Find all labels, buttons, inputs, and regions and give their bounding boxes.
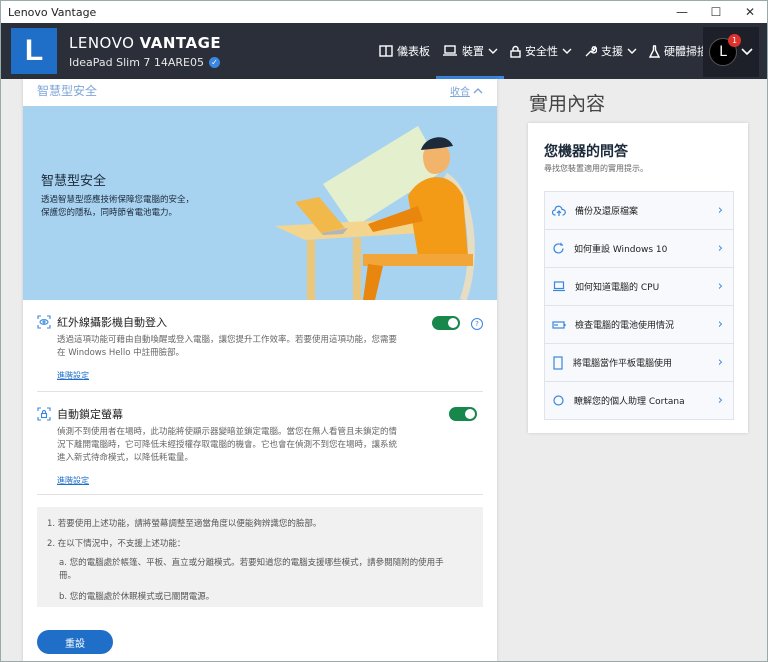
chevron-right-icon: › bbox=[717, 317, 723, 332]
eye-scan-icon bbox=[37, 315, 51, 329]
wrench-icon bbox=[585, 44, 597, 56]
collapse-link[interactable]: 收合 bbox=[450, 83, 483, 98]
chevron-right-icon: › bbox=[717, 393, 723, 408]
help-icon[interactable]: ? bbox=[471, 318, 483, 330]
hero-banner: 智慧型安全 透過智慧型感應技術保障您電腦的安全，保護您的隱私，同時節省電池電力。 bbox=[23, 106, 497, 300]
hero-title: 智慧型安全 bbox=[41, 174, 107, 189]
faq-card: 您機器的問答 尋找您裝置適用的實用提示。 備份及還原檔案 › 如何重設 Windo… bbox=[528, 123, 748, 433]
nav-support[interactable]: 支援 bbox=[578, 23, 643, 79]
faq-subtitle: 尋找您裝置適用的實用提示。 bbox=[544, 164, 648, 173]
nav-dashboard[interactable]: 儀表板 bbox=[373, 23, 436, 79]
main-nav: 儀表板 裝置 安全性 支援 硬體掃描 bbox=[373, 23, 714, 79]
chevron-up-icon bbox=[473, 87, 483, 93]
flask-icon bbox=[649, 44, 660, 58]
chevron-down-icon bbox=[741, 48, 753, 56]
auto-lock-item: 自動鎖定螢幕 偵測不到使用者在場時，此功能將使顯示器變暗並鎖定電腦。當您在無人看… bbox=[37, 406, 483, 486]
chevron-right-icon: › bbox=[717, 203, 723, 218]
circle-icon bbox=[553, 395, 564, 406]
tip-reset-windows[interactable]: 如何重設 Windows 10 › bbox=[545, 230, 733, 268]
laptop-icon bbox=[443, 45, 457, 56]
app-header: L LENOVO VANTAGE IdeaPad Slim 7 14ARE05 ✓… bbox=[1, 23, 767, 79]
notification-badge: 1 bbox=[728, 34, 741, 47]
auto-lock-toggle[interactable] bbox=[449, 407, 477, 421]
tablet-icon bbox=[553, 355, 563, 370]
tip-backup-restore[interactable]: 備份及還原檔案 › bbox=[545, 192, 733, 230]
nav-device[interactable]: 裝置 bbox=[436, 23, 504, 79]
minimize-button[interactable]: — bbox=[665, 1, 699, 23]
dashboard-icon bbox=[379, 45, 393, 57]
battery-icon bbox=[552, 320, 566, 329]
note-2b: b. 您的電腦處於休眠模式或已關閉電源。 bbox=[59, 592, 215, 602]
chevron-down-icon bbox=[627, 48, 637, 54]
useful-content-title: 實用內容 bbox=[529, 93, 606, 115]
lenovo-logo[interactable]: L bbox=[11, 28, 57, 74]
note-1: 1. 若要使用上述功能，請將螢幕調整至適當角度以便能夠辨識您的臉部。 bbox=[47, 519, 322, 529]
tip-battery-usage[interactable]: 檢查電腦的電池使用情況 › bbox=[545, 306, 733, 344]
tip-tablet-mode[interactable]: 將電腦當作平板電腦使用 › bbox=[545, 344, 733, 382]
close-button[interactable]: ✕ bbox=[733, 1, 767, 23]
ir-camera-login-item: 紅外線攝影機自動登入 透過這項功能可藉由自動喚醒或登入電腦，讓您提升工作效率。若… bbox=[37, 314, 483, 381]
laptop-icon bbox=[553, 281, 565, 292]
reset-button[interactable]: 重設 bbox=[37, 630, 113, 654]
avatar: L 1 bbox=[709, 34, 741, 66]
chevron-down-icon bbox=[488, 48, 498, 54]
item-description: 透過這項功能可藉由自動喚醒或登入電腦，讓您提升工作效率。若要使用這項功能，您需要… bbox=[57, 335, 398, 358]
tip-know-cpu[interactable]: 如何知道電腦的 CPU › bbox=[545, 268, 733, 306]
verified-check-icon: ✓ bbox=[209, 56, 221, 68]
lock-scan-icon bbox=[37, 407, 51, 421]
note-2a: a. 您的電腦處於帳篷、平板、直立或分離模式。若要知道您的電腦支援哪些模式，請參… bbox=[59, 558, 444, 581]
chevron-right-icon: › bbox=[717, 279, 723, 294]
brand-name: LENOVO VANTAGE bbox=[69, 33, 222, 52]
section-header: 智慧型安全 收合 bbox=[23, 79, 497, 101]
ir-camera-login-toggle[interactable] bbox=[432, 316, 460, 330]
divider bbox=[37, 391, 483, 392]
main-content: 智慧型安全 收合 智慧型安全 透過智慧型感應技術保障您電腦的安全，保護您的隱私，… bbox=[1, 79, 767, 661]
advanced-settings-link[interactable]: 進階設定 bbox=[57, 475, 483, 486]
refresh-icon bbox=[553, 242, 564, 254]
faq-title: 您機器的問答 bbox=[544, 144, 628, 160]
chevron-right-icon: › bbox=[717, 241, 723, 256]
brand-block: LENOVO VANTAGE IdeaPad Slim 7 14ARE05 ✓ bbox=[69, 34, 221, 69]
window-title: Lenovo Vantage bbox=[8, 5, 97, 19]
device-model[interactable]: IdeaPad Slim 7 14ARE05 ✓ bbox=[69, 56, 221, 69]
smart-security-panel: 智慧型安全 收合 智慧型安全 透過智慧型感應技術保障您電腦的安全，保護您的隱私，… bbox=[23, 79, 497, 661]
chevron-right-icon: › bbox=[717, 355, 723, 370]
note-2: 2. 在以下情況中，不支援上述功能： bbox=[47, 539, 186, 549]
maximize-button[interactable]: ☐ bbox=[699, 1, 733, 23]
cloud-upload-icon bbox=[552, 205, 566, 216]
user-menu[interactable]: L 1 bbox=[703, 27, 759, 77]
tips-list: 備份及還原檔案 › 如何重設 Windows 10 › 如何知道電腦的 CPU › 檢… bbox=[544, 191, 734, 420]
item-description: 偵測不到使用者在場時，此功能將使顯示器變暗並鎖定電腦。當您在無人看管且未鎖定的情… bbox=[57, 427, 398, 463]
advanced-settings-link[interactable]: 進階設定 bbox=[57, 370, 483, 381]
lock-icon bbox=[510, 45, 521, 58]
section-title: 智慧型安全 bbox=[37, 83, 98, 98]
tip-cortana[interactable]: 瞭解您的個人助理 Cortana › bbox=[545, 382, 733, 419]
hero-description: 透過智慧型感應技術保障您電腦的安全，保護您的隱私，同時節省電池電力。 bbox=[41, 195, 195, 218]
item-title: 自動鎖定螢幕 bbox=[57, 408, 123, 421]
app-window: Lenovo Vantage — ☐ ✕ L LENOVO VANTAGE Id… bbox=[0, 0, 768, 662]
nav-security[interactable]: 安全性 bbox=[504, 23, 578, 79]
item-title: 紅外線攝影機自動登入 bbox=[57, 316, 167, 329]
notes-box: 1. 若要使用上述功能，請將螢幕調整至適當角度以便能夠辨識您的臉部。 2. 在以… bbox=[37, 507, 483, 607]
divider bbox=[37, 494, 483, 495]
chevron-down-icon bbox=[562, 48, 572, 54]
title-bar: Lenovo Vantage — ☐ ✕ bbox=[1, 1, 767, 23]
